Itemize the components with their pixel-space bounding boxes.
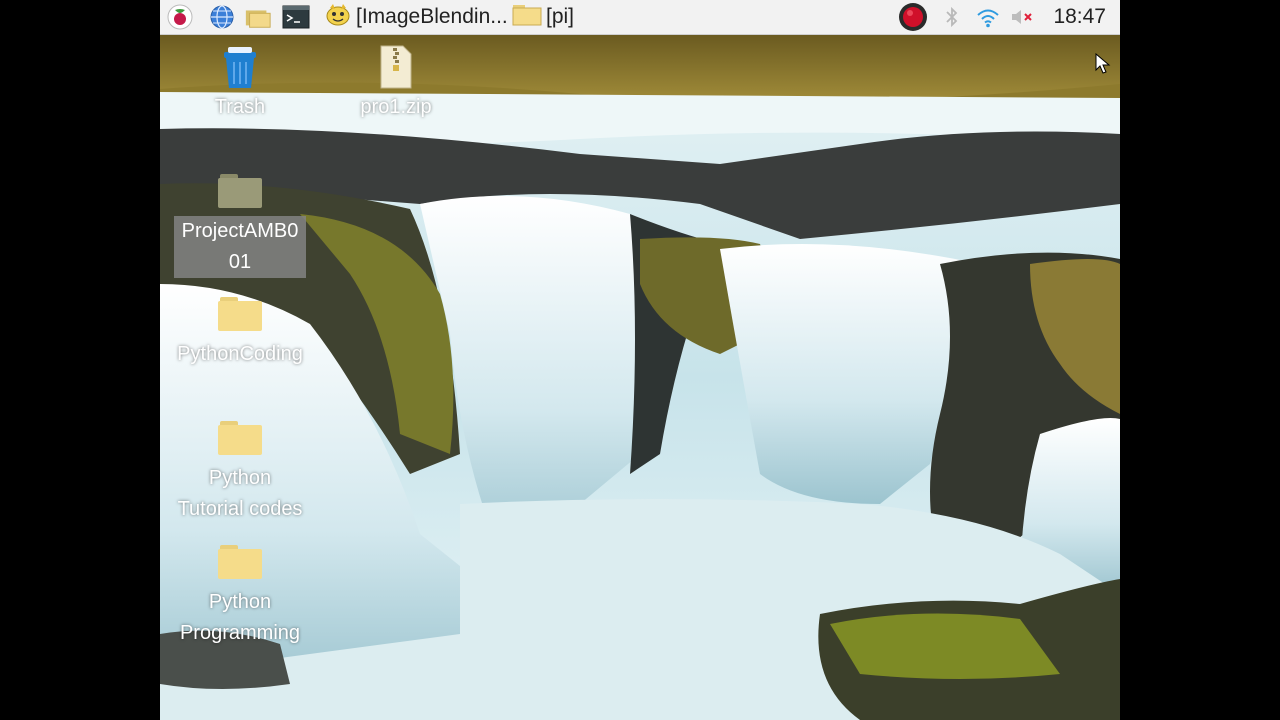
task-button-python-ide[interactable]: [ImageBlendin... bbox=[324, 2, 508, 32]
file-manager-icon[interactable] bbox=[244, 3, 272, 31]
record-icon[interactable] bbox=[896, 2, 930, 32]
desktop-screen: [ImageBlendin... [pi] 18:47 Trash pro1.z… bbox=[160, 0, 1120, 720]
folder-icon bbox=[170, 289, 310, 339]
desktop-item-label: Python Programming bbox=[179, 591, 301, 644]
task-label: [pi] bbox=[546, 5, 575, 28]
wifi-icon[interactable] bbox=[974, 3, 1002, 31]
desktop-item-python-tutorial-codes[interactable]: Python Tutorial codes bbox=[170, 413, 310, 525]
desktop-item-label: PythonCoding bbox=[177, 343, 303, 365]
task-button-file-manager[interactable]: [pi] bbox=[512, 2, 574, 32]
web-browser-icon[interactable] bbox=[208, 3, 236, 31]
desktop-item-python-programming[interactable]: Python Programming bbox=[170, 537, 310, 649]
volume-muted-icon[interactable] bbox=[1008, 3, 1036, 31]
desktop-item-zip[interactable]: pro1.zip bbox=[326, 42, 466, 123]
desktop-item-label: ProjectAMB0 01 bbox=[174, 216, 306, 278]
raspberry-menu-icon[interactable] bbox=[166, 3, 194, 31]
folder-icon bbox=[170, 413, 310, 463]
folder-icon bbox=[170, 166, 310, 216]
mouse-pointer-icon bbox=[1095, 53, 1111, 74]
task-label: [ImageBlendin... bbox=[356, 5, 508, 28]
zip-file-icon bbox=[326, 42, 466, 92]
taskbar: [ImageBlendin... [pi] 18:47 bbox=[160, 0, 1120, 35]
desktop-item-label: Trash bbox=[214, 96, 266, 118]
trash-icon bbox=[170, 42, 310, 92]
python-ide-icon bbox=[324, 1, 352, 33]
desktop-item-label: pro1.zip bbox=[360, 96, 432, 118]
desktop-item-pythoncoding[interactable]: PythonCoding bbox=[170, 289, 310, 370]
terminal-icon[interactable] bbox=[282, 3, 310, 31]
desktop-item-trash[interactable]: Trash bbox=[170, 42, 310, 123]
folder-icon bbox=[512, 2, 542, 32]
desktop-item-label: Python Tutorial codes bbox=[177, 467, 303, 520]
clock[interactable]: 18:47 bbox=[1053, 5, 1106, 29]
bluetooth-icon[interactable] bbox=[938, 3, 966, 31]
folder-icon bbox=[170, 537, 310, 587]
desktop-item-projectamb001[interactable]: ProjectAMB0 01 bbox=[170, 166, 310, 278]
